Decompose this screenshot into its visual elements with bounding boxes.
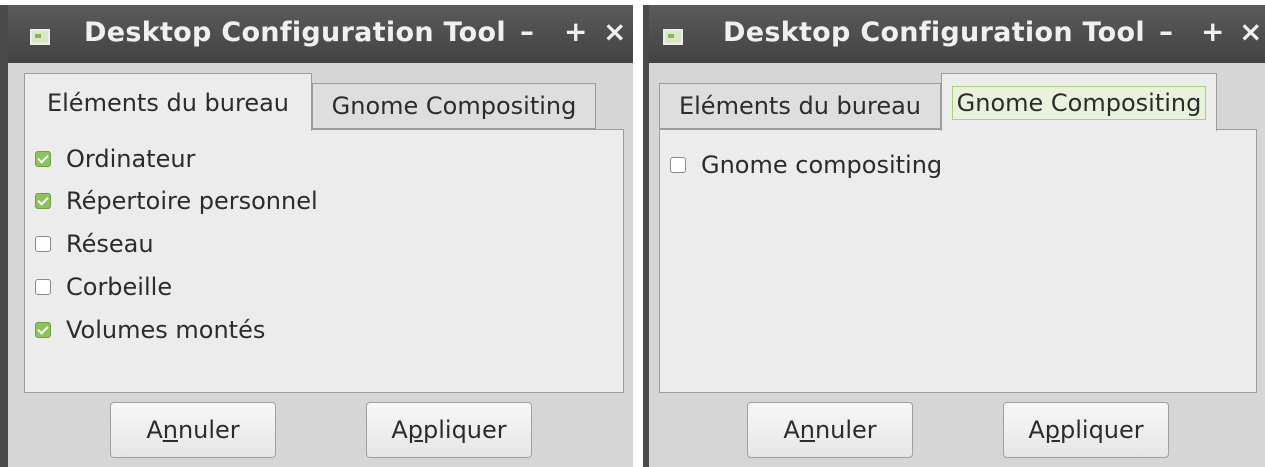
checkbox-label: Répertoire personnel	[66, 187, 318, 215]
config-window-gnome-compositing: Desktop Configuration Tool – + × Elément…	[643, 5, 1265, 467]
button-label: Appliquer	[1028, 416, 1144, 444]
checkbox-unchecked-icon[interactable]	[35, 279, 51, 295]
checkbox-label: Corbeille	[66, 273, 173, 301]
tab-label: Gnome Compositing	[951, 85, 1207, 120]
checkbox-checked-icon[interactable]	[35, 151, 51, 167]
checkbox-volumes-montes[interactable]: Volumes montés	[35, 315, 265, 345]
checkbox-unchecked-icon[interactable]	[35, 236, 51, 252]
tab-notebook: Eléments du bureau Gnome Compositing Ord…	[24, 73, 633, 393]
close-icon[interactable]: ×	[603, 15, 626, 48]
maximize-icon[interactable]: +	[1201, 15, 1224, 48]
checkbox-label: Ordinateur	[66, 145, 196, 173]
tab-label: Eléments du bureau	[678, 92, 922, 120]
close-icon[interactable]: ×	[1239, 15, 1262, 48]
button-label: Annuler	[146, 416, 240, 444]
checkbox-repertoire-personnel[interactable]: Répertoire personnel	[35, 186, 318, 216]
tab-label: Gnome Compositing	[331, 92, 577, 120]
apply-button[interactable]: Appliquer	[1003, 402, 1169, 458]
tab-notebook: Eléments du bureau Gnome Compositing Gno…	[659, 73, 1265, 393]
app-icon	[663, 29, 683, 45]
maximize-icon[interactable]: +	[564, 15, 587, 48]
tab-desktop-items[interactable]: Eléments du bureau	[659, 83, 941, 129]
apply-button[interactable]: Appliquer	[366, 402, 532, 458]
checkbox-ordinateur[interactable]: Ordinateur	[35, 144, 195, 174]
tab-label: Eléments du bureau	[46, 88, 290, 117]
window-title: Desktop Configuration Tool	[84, 17, 506, 48]
tab-desktop-items[interactable]: Eléments du bureau	[24, 73, 312, 131]
tab-panel: Gnome compositing	[659, 129, 1257, 393]
cancel-button[interactable]: Annuler	[747, 402, 913, 458]
tab-panel: Ordinateur Répertoire personnel Réseau C…	[24, 129, 624, 393]
button-label: Appliquer	[391, 416, 507, 444]
window-title: Desktop Configuration Tool	[723, 17, 1145, 48]
title-bar[interactable]: Desktop Configuration Tool – + ×	[649, 5, 1265, 63]
title-bar[interactable]: Desktop Configuration Tool – + ×	[8, 5, 633, 63]
checkbox-gnome-compositing[interactable]: Gnome compositing	[670, 150, 942, 180]
checkbox-reseau[interactable]: Réseau	[35, 229, 154, 259]
cancel-button[interactable]: Annuler	[110, 402, 276, 458]
checkbox-corbeille[interactable]: Corbeille	[35, 272, 172, 302]
checkbox-label: Réseau	[66, 230, 154, 258]
tab-gnome-compositing[interactable]: Gnome Compositing	[941, 73, 1217, 131]
minimize-icon[interactable]: –	[1159, 15, 1173, 48]
checkbox-label: Volumes montés	[66, 316, 266, 344]
tab-gnome-compositing[interactable]: Gnome Compositing	[312, 83, 596, 129]
minimize-icon[interactable]: –	[520, 15, 534, 48]
app-icon	[30, 29, 50, 45]
config-window-desktop-items: Desktop Configuration Tool – + × Elément…	[0, 5, 633, 467]
checkbox-unchecked-icon[interactable]	[670, 157, 686, 173]
checkbox-label: Gnome compositing	[701, 151, 943, 179]
button-label: Annuler	[783, 416, 877, 444]
checkbox-checked-icon[interactable]	[35, 193, 51, 209]
checkbox-checked-icon[interactable]	[35, 322, 51, 338]
